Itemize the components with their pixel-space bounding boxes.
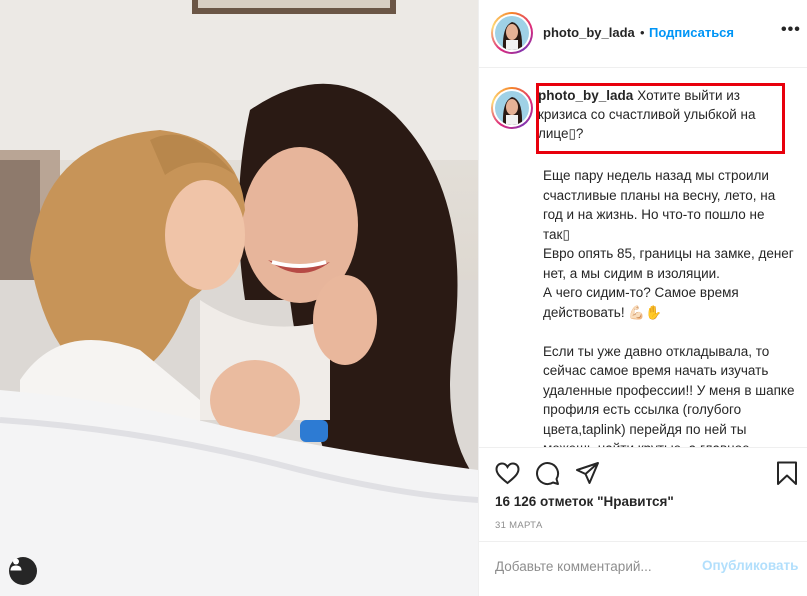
comments-area[interactable]: photo_by_lada Хотите выйти из кризиса со … xyxy=(479,69,807,447)
caption-headline: photo_by_lada Хотите выйти из кризиса со … xyxy=(538,86,784,141)
comment-icon xyxy=(535,461,559,485)
publish-comment-button[interactable]: Опубликовать xyxy=(702,558,798,573)
user-tag-icon xyxy=(10,558,22,571)
header-separator: • xyxy=(640,25,645,40)
add-comment-bar: Опубликовать xyxy=(479,541,807,590)
more-options-button[interactable]: ••• xyxy=(781,21,801,39)
avatar-image xyxy=(495,91,529,125)
caption-author-avatar[interactable] xyxy=(491,87,533,129)
avatar-image xyxy=(495,16,529,50)
photo-illustration xyxy=(0,0,478,596)
post-header: photo_by_lada • Подписаться ••• xyxy=(479,0,807,68)
caption-paragraph: А чего сидим-то? Самое время действовать… xyxy=(543,285,739,320)
caption-body: Еще пару недель назад мы строили счастли… xyxy=(543,166,795,447)
post-date[interactable]: 31 МАРТА xyxy=(495,520,543,531)
author-username[interactable]: photo_by_lada xyxy=(543,25,635,40)
save-button[interactable] xyxy=(774,460,800,486)
comment-button[interactable] xyxy=(534,460,560,486)
comment-input[interactable] xyxy=(495,556,695,576)
heart-icon xyxy=(494,461,520,484)
caption-paragraph: Евро опять 85, границы на замке, денег н… xyxy=(543,246,794,281)
caption-paragraph: Еще пару недель назад мы строили счастли… xyxy=(543,168,776,242)
like-button[interactable] xyxy=(494,460,520,486)
likes-count[interactable]: 16 126 отметок "Нравится" xyxy=(495,494,674,509)
follow-button[interactable]: Подписаться xyxy=(649,25,734,40)
author-avatar[interactable] xyxy=(491,12,533,54)
bookmark-icon xyxy=(777,461,797,485)
caption-paragraph: Если ты уже давно откладывала, то сейчас… xyxy=(543,343,795,448)
post-photo[interactable] xyxy=(0,0,478,596)
post-side-panel: photo_by_lada • Подписаться ••• photo_by… xyxy=(478,0,807,596)
paper-plane-icon xyxy=(575,461,599,484)
share-button[interactable] xyxy=(574,460,600,486)
caption-username[interactable]: photo_by_lada xyxy=(538,88,633,103)
user-tag-button[interactable] xyxy=(9,557,37,585)
post-actions: 16 126 отметок "Нравится" 31 МАРТА Опубл… xyxy=(479,447,807,589)
